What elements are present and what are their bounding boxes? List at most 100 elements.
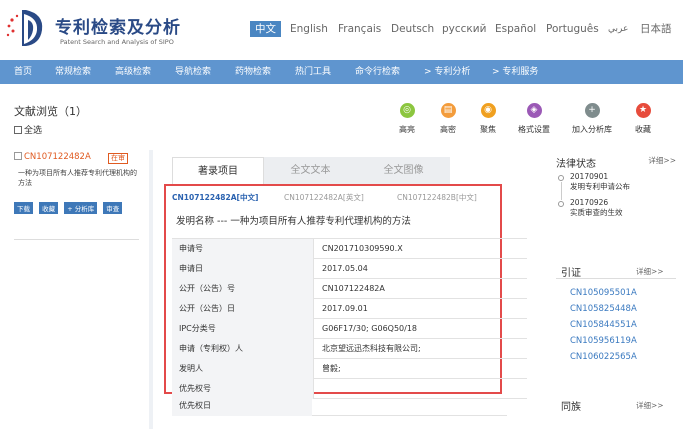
collect-button[interactable]: 收藏 — [39, 202, 59, 214]
doc-browse-label: 文献浏览（1） — [14, 105, 87, 118]
tool-focus[interactable]: ◉ 聚焦 — [480, 103, 496, 135]
citation-link[interactable]: CN105825448A — [570, 301, 637, 317]
tool-dense[interactable]: ▤ 高密 — [440, 103, 456, 135]
select-all[interactable]: 全选 — [14, 123, 42, 136]
nav-home[interactable]: 首页 — [14, 60, 32, 84]
nav-navigation-search[interactable]: 导航检索 — [175, 60, 211, 84]
site-subtitle: Patent Search and Analysis of SIPO — [60, 38, 174, 46]
tool-label: 高密 — [440, 125, 456, 134]
field-value: 2017.05.04 — [322, 264, 368, 273]
tool-label: 收藏 — [635, 125, 651, 134]
event-date: 20170926 — [570, 198, 609, 207]
tool-label: 聚焦 — [480, 125, 496, 134]
table-row: 申请日 2017.05.04 — [172, 259, 527, 279]
nav-patent-service[interactable]: > 专利服务 — [492, 60, 538, 84]
favorite-icon: ★ — [635, 103, 651, 118]
legal-status-title: 法律状态 — [556, 159, 596, 170]
version-tab-a-zh[interactable]: CN107122482A[中文] — [172, 192, 258, 203]
field-value: 2017.09.01 — [322, 304, 368, 313]
legal-status-timeline: 20170901 发明专利申请公布 20170926 实质审查的生效 — [556, 172, 676, 224]
field-value: 曾毅; — [322, 364, 341, 373]
event-date: 20170901 — [570, 172, 609, 181]
tab-full-image[interactable]: 全文图像 — [357, 157, 450, 184]
field-value: CN201710309590.X — [322, 244, 403, 253]
tool-label: 格式设置 — [518, 125, 550, 134]
bibliographic-panel: CN107122482A[中文] CN107122482A[英文] CN1071… — [164, 184, 527, 399]
lang-es[interactable]: Español — [495, 21, 536, 37]
field-label: 发明人 — [172, 359, 314, 379]
dense-icon: ▤ — [440, 103, 456, 118]
version-tab-a-en[interactable]: CN107122482A[英文] — [284, 192, 364, 203]
nav-hot-tools[interactable]: 热门工具 — [295, 60, 331, 84]
field-value: G06F17/30; G06Q50/18 — [322, 324, 418, 333]
tool-format[interactable]: ◈ 格式设置 — [518, 103, 550, 135]
add-analysis-icon: + — [584, 103, 600, 118]
nav-command-search[interactable]: 命令行检索 — [355, 60, 400, 84]
version-tabs: CN107122482A[中文] CN107122482A[英文] CN1071… — [166, 192, 500, 206]
tab-full-text[interactable]: 全文文本 — [264, 157, 357, 184]
lang-ru[interactable]: русский — [442, 21, 486, 37]
format-icon: ◈ — [526, 103, 542, 118]
lang-de[interactable]: Deutsch — [391, 21, 434, 37]
table-row: IPC分类号 G06F17/30; G06Q50/18 — [172, 319, 527, 339]
field-label: 优先权日 — [172, 396, 312, 416]
timeline-dot-icon — [558, 175, 564, 181]
citation-link[interactable]: CN105956119A — [570, 333, 637, 349]
header: 专利检索及分析 Patent Search and Analysis of SI… — [0, 0, 683, 60]
select-all-checkbox[interactable] — [14, 126, 22, 134]
add-analysis-button[interactable]: + 分析库 — [64, 202, 98, 214]
citation-link[interactable]: CN106022565A — [570, 349, 637, 365]
citations-title: 引证 — [561, 268, 581, 279]
toolbar: 文献浏览（1） 全选 ◎ 高亮 ▤ 高密 ◉ 聚焦 ◈ 格式设置 + 加入分析库… — [0, 95, 683, 145]
legal-status-more-link[interactable]: 详细>> — [648, 155, 676, 166]
divider — [556, 278, 676, 279]
result-actions: 下载 收藏 + 分析库 审查 — [14, 196, 139, 215]
tool-highlight[interactable]: ◎ 高亮 — [399, 103, 415, 135]
family-more-link[interactable]: 详细>> — [636, 400, 664, 411]
panel-splitter[interactable] — [149, 150, 153, 429]
lang-ar[interactable]: عربي — [608, 21, 628, 37]
citations-more-link[interactable]: 详细>> — [636, 266, 664, 277]
tool-label: 高亮 — [399, 125, 415, 134]
citation-link[interactable]: CN105095501A — [570, 285, 637, 301]
lang-pt[interactable]: Português — [546, 21, 599, 37]
invention-title: 发明名称 --- 一种为项目所有人推荐专利代理机构的方法 — [176, 216, 411, 227]
lang-ja[interactable]: 日本語 — [640, 21, 672, 37]
field-label: 申请号 — [172, 239, 314, 259]
timeline-item: 20170926 实质审查的生效 — [556, 198, 676, 224]
download-button[interactable]: 下载 — [14, 202, 33, 214]
language-bar: 中文 English Français Deutsch русский Espa… — [0, 21, 683, 37]
field-label: 公开（公告）号 — [172, 279, 314, 299]
result-description: 一种为项目所有人推荐专利代理机构的方法 — [18, 169, 137, 187]
lang-zh[interactable]: 中文 — [250, 21, 281, 37]
table-row: 优先权日 — [172, 396, 507, 416]
highlight-icon: ◎ — [399, 103, 415, 118]
version-tab-b-zh[interactable]: CN107122482B[中文] — [397, 192, 477, 203]
result-checkbox[interactable] — [14, 152, 22, 160]
focus-icon: ◉ — [480, 103, 496, 118]
review-button[interactable]: 审查 — [103, 202, 123, 214]
tool-favorite[interactable]: ★ 收藏 — [635, 103, 651, 135]
table-row: 申请（专利权）人 北京望远迅杰科技有限公司; — [172, 339, 527, 359]
legal-status-header: 法律状态 详细>> — [556, 152, 676, 171]
nav-drug-search[interactable]: 药物检索 — [235, 60, 271, 84]
tab-bibliographic[interactable]: 著录项目 — [172, 157, 264, 184]
nav-patent-analysis[interactable]: > 专利分析 — [424, 60, 470, 84]
timeline-dot-icon — [558, 201, 564, 207]
result-id[interactable]: CN107122482A — [24, 152, 91, 162]
table-row: 公开（公告）日 2017.09.01 — [172, 299, 527, 319]
content-tabs: 著录项目 全文文本 全文图像 — [172, 157, 450, 184]
lang-en[interactable]: English — [290, 21, 328, 37]
lang-fr[interactable]: Français — [338, 21, 381, 37]
event-text: 实质审查的生效 — [570, 208, 623, 217]
table-row: 发明人 曾毅; — [172, 359, 527, 379]
citation-link[interactable]: CN105844551A — [570, 317, 637, 333]
nav-regular-search[interactable]: 常规检索 — [55, 60, 91, 84]
nav-advanced-search[interactable]: 高级检索 — [115, 60, 151, 84]
timeline-item: 20170901 发明专利申请公布 — [556, 172, 676, 200]
field-value: 北京望远迅杰科技有限公司; — [322, 344, 421, 353]
field-label: 公开（公告）日 — [172, 299, 314, 319]
citations-list: CN105095501A CN105825448A CN105844551A C… — [570, 285, 637, 365]
field-value: CN107122482A — [322, 284, 385, 293]
tool-add-analysis[interactable]: + 加入分析库 — [572, 103, 612, 135]
